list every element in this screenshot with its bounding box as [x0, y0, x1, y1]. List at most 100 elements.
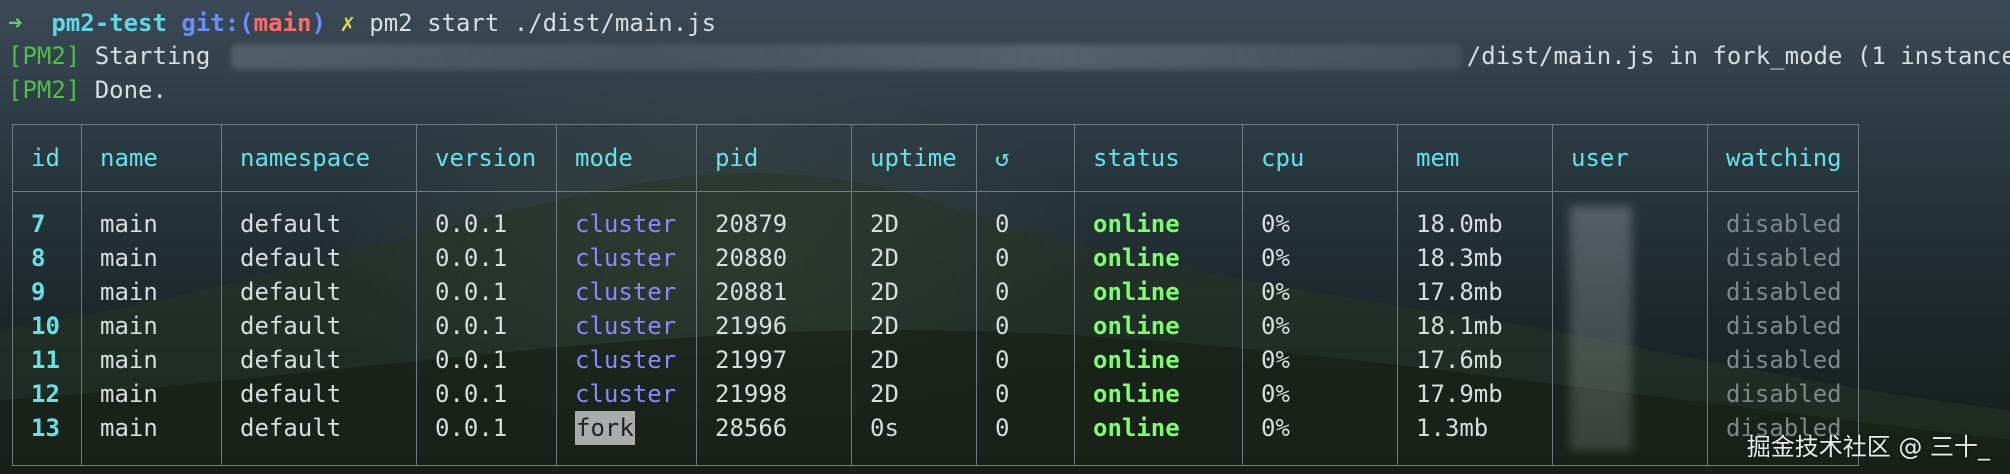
cell-namespace: default: [240, 346, 342, 374]
header-version[interactable]: version: [435, 141, 536, 175]
cell-version: 0.0.1: [435, 380, 508, 408]
cell-namespace: default: [240, 312, 342, 340]
column-divider: [696, 125, 697, 465]
cell-namespace: default: [240, 210, 342, 238]
output-line-done: [PM2] Done.: [8, 73, 167, 107]
cell-status: online: [1093, 380, 1180, 408]
cell-watching: disabled: [1726, 346, 1842, 374]
prompt-line: ➜ pm2-test git:(main) ✗ pm2 start ./dist…: [8, 6, 716, 40]
cell-namespace: default: [240, 244, 342, 272]
cell-name: main: [100, 380, 158, 408]
cell-watching: disabled: [1726, 312, 1842, 340]
cell-mem: 17.9mb: [1416, 380, 1503, 408]
column-divider: [1707, 125, 1708, 465]
cell-mode: cluster: [575, 346, 677, 374]
redacted-path: [230, 44, 1461, 70]
cell-pid: 28566: [715, 414, 788, 442]
git-prefix: git:(: [181, 9, 254, 37]
cell-cpu: 0%: [1261, 244, 1290, 272]
cell-restarts: 0: [995, 414, 1010, 442]
prompt-arrow: ➜: [8, 9, 23, 37]
cell-uptime: 2D: [870, 244, 899, 272]
header-mode[interactable]: mode: [575, 141, 633, 175]
cell-mode: fork: [575, 411, 635, 445]
column-divider: [1242, 125, 1243, 465]
cell-restarts: 0: [995, 210, 1010, 238]
header-restarts[interactable]: ↺: [995, 141, 1009, 175]
cell-id: 11: [31, 346, 60, 374]
cell-mem: 18.1mb: [1416, 312, 1503, 340]
cell-mem: 1.3mb: [1416, 414, 1489, 442]
cell-uptime: 2D: [870, 380, 899, 408]
cell-mode: cluster: [575, 380, 677, 408]
cell-status: online: [1093, 244, 1180, 272]
header-id[interactable]: id: [31, 141, 60, 175]
cell-mode: cluster: [575, 244, 677, 272]
cell-version: 0.0.1: [435, 414, 508, 442]
cell-cpu: 0%: [1261, 414, 1290, 442]
cell-version: 0.0.1: [435, 210, 508, 238]
cell-name: main: [100, 278, 158, 306]
cell-namespace: default: [240, 414, 342, 442]
git-branch: main: [253, 9, 312, 37]
cell-namespace: default: [240, 278, 342, 306]
cell-id: 13: [31, 414, 60, 442]
cell-pid: 21997: [715, 346, 788, 374]
header-status[interactable]: status: [1093, 141, 1180, 175]
cell-restarts: 0: [995, 312, 1010, 340]
cell-status: online: [1093, 346, 1180, 374]
cell-cpu: 0%: [1261, 278, 1290, 306]
cell-id: 12: [31, 380, 60, 408]
column-divider: [556, 125, 557, 465]
header-name[interactable]: name: [100, 141, 158, 175]
starting-path-tail: /dist/main.js in fork_mode (1 instance): [1466, 42, 2010, 70]
watermark: 掘金技术社区 @ 三十_: [1746, 433, 1990, 461]
cell-name: main: [100, 312, 158, 340]
header-pid[interactable]: pid: [715, 141, 758, 175]
cell-restarts: 0: [995, 244, 1010, 272]
column-divider: [1074, 125, 1075, 465]
cell-mode: cluster: [575, 278, 677, 306]
cell-cpu: 0%: [1261, 210, 1290, 238]
cell-watching: disabled: [1726, 210, 1842, 238]
cell-uptime: 2D: [870, 210, 899, 238]
cell-uptime: 2D: [870, 312, 899, 340]
header-uptime[interactable]: uptime: [870, 141, 957, 175]
cell-cpu: 0%: [1261, 346, 1290, 374]
cell-id: 7: [31, 210, 46, 238]
cell-pid: 20880: [715, 244, 788, 272]
starting-text: Starting: [80, 42, 225, 70]
cell-cpu: 0%: [1261, 312, 1290, 340]
pm2-tag: [PM2]: [8, 42, 81, 70]
cell-mem: 17.6mb: [1416, 346, 1503, 374]
cell-pid: 20881: [715, 278, 788, 306]
header-namespace[interactable]: namespace: [240, 141, 370, 175]
cell-uptime: 0s: [870, 414, 899, 442]
column-divider: [221, 125, 222, 465]
cell-status: online: [1093, 278, 1180, 306]
cell-id: 8: [31, 244, 46, 272]
column-divider: [81, 125, 82, 465]
cell-mem: 18.3mb: [1416, 244, 1503, 272]
cell-version: 0.0.1: [435, 278, 508, 306]
cell-mem: 18.0mb: [1416, 210, 1503, 238]
cell-pid: 20879: [715, 210, 788, 238]
cell-restarts: 0: [995, 346, 1010, 374]
cell-pid: 21996: [715, 312, 788, 340]
prompt-directory: pm2-test: [51, 9, 167, 37]
git-dirty-mark: ✗: [340, 9, 355, 37]
git-suffix: ): [311, 9, 326, 37]
header-mem[interactable]: mem: [1416, 141, 1459, 175]
header-user[interactable]: user: [1571, 141, 1629, 175]
cell-namespace: default: [240, 380, 342, 408]
cell-name: main: [100, 244, 158, 272]
cell-status: online: [1093, 210, 1180, 238]
cell-restarts: 0: [995, 278, 1010, 306]
cell-watching: disabled: [1726, 244, 1842, 272]
cell-pid: 21998: [715, 380, 788, 408]
header-watching[interactable]: watching: [1726, 141, 1842, 175]
cell-name: main: [100, 346, 158, 374]
cell-version: 0.0.1: [435, 346, 508, 374]
cell-name: main: [100, 210, 158, 238]
header-cpu[interactable]: cpu: [1261, 141, 1304, 175]
